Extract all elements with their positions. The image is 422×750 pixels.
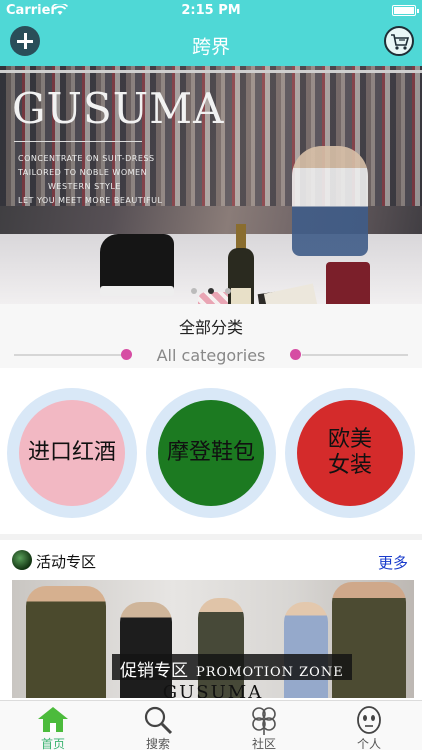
categories-title: 全部分类 bbox=[178, 318, 243, 337]
tab-label: 个人 bbox=[356, 737, 381, 750]
banner-tagline: CONCENTRATE ON SUIT-DRESS bbox=[18, 154, 155, 163]
search-icon bbox=[144, 706, 173, 735]
pager-dot-active[interactable] bbox=[208, 288, 214, 294]
divider-line bbox=[302, 354, 408, 356]
banner-tagline: WESTERN STYLE bbox=[48, 182, 121, 191]
tab-home[interactable]: 首页 bbox=[13, 701, 93, 750]
promo-label-cn: 促销专区 bbox=[120, 661, 188, 681]
cart-button[interactable] bbox=[384, 26, 414, 56]
more-link[interactable]: 更多 bbox=[378, 552, 408, 573]
banner-pager[interactable] bbox=[0, 279, 422, 298]
nav-bar: 跨界 bbox=[0, 22, 422, 66]
category-grid: 进口红酒 摩登鞋包 欧美 女装 bbox=[0, 384, 422, 524]
promo-label-en: PROMOTION ZONE bbox=[196, 665, 344, 680]
promo-title: 活动专区 bbox=[36, 553, 97, 571]
category-item-womens-wear[interactable]: 欧美 女装 bbox=[285, 388, 415, 518]
promo-banner-label: 促销专区 PROMOTION ZONE bbox=[112, 654, 352, 681]
pager-dot[interactable] bbox=[225, 288, 232, 294]
category-label: 摩登鞋包 bbox=[158, 400, 264, 506]
promo-brand: GUSUMA bbox=[162, 682, 264, 698]
tab-community[interactable]: 社区 bbox=[224, 701, 304, 750]
section-divider bbox=[0, 534, 422, 540]
divider-dot bbox=[290, 349, 301, 360]
status-bar: Carrier 2:15 PM bbox=[0, 0, 422, 22]
cart-icon bbox=[391, 34, 410, 50]
tab-label: 社区 bbox=[251, 737, 276, 750]
categories-header: 全部分类 All categories bbox=[0, 304, 422, 368]
hero-banner[interactable]: GUSUMA CONCENTRATE ON SUIT-DRESS TAILORE… bbox=[0, 66, 422, 304]
battery-icon bbox=[392, 5, 419, 16]
pager-dot[interactable] bbox=[190, 288, 197, 294]
face-icon bbox=[357, 706, 381, 734]
page-title: 跨界 bbox=[191, 36, 230, 58]
promo-banner[interactable]: 促销专区 PROMOTION ZONE GUSUMA bbox=[12, 580, 414, 698]
tab-profile[interactable]: 个人 bbox=[329, 701, 409, 750]
promo-icon bbox=[12, 550, 32, 570]
banner-tagline: LET YOU MEET MORE BEAUTIFUL bbox=[18, 196, 163, 205]
model-image bbox=[292, 146, 368, 256]
tab-label: 首页 bbox=[40, 737, 65, 750]
tab-label: 搜索 bbox=[145, 737, 170, 750]
promo-header: 活动专区 更多 bbox=[0, 542, 422, 578]
category-label: 欧美 女装 bbox=[297, 400, 403, 506]
clover-icon bbox=[252, 707, 276, 735]
tab-search[interactable]: 搜索 bbox=[118, 701, 198, 750]
banner-tagline: TAILORED TO NOBLE WOMEN bbox=[18, 168, 148, 177]
status-time: 2:15 PM bbox=[181, 3, 241, 18]
banner-brand: GUSUMA bbox=[12, 84, 225, 133]
category-label: 进口红酒 bbox=[19, 400, 125, 506]
category-item-shoes-bags[interactable]: 摩登鞋包 bbox=[146, 388, 276, 518]
home-icon bbox=[38, 707, 68, 732]
tab-bar: 首页 搜索 社区 个人 bbox=[0, 700, 422, 750]
category-item-wine[interactable]: 进口红酒 bbox=[7, 388, 137, 518]
